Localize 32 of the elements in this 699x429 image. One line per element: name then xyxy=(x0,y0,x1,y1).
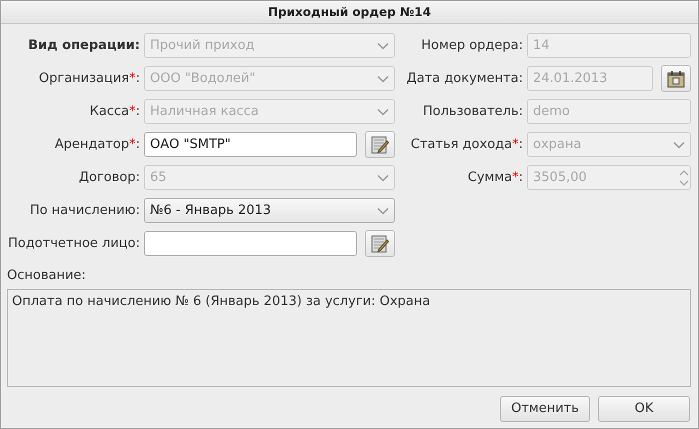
calendar-icon xyxy=(667,70,685,88)
field-label: Договор: xyxy=(78,168,141,187)
chevron-down-icon xyxy=(377,74,389,82)
field-label: Вид операции: xyxy=(27,36,141,55)
chevron-down-icon xyxy=(377,206,389,214)
input-field[interactable] xyxy=(144,231,357,256)
chevron-down-icon xyxy=(377,42,389,50)
field-label: Организация*: xyxy=(38,70,141,88)
edit-button[interactable] xyxy=(365,131,395,158)
field-label: Статья дохода*: xyxy=(410,136,524,154)
chevron-down-icon xyxy=(673,140,685,148)
window-title: Приходный ордер №14 xyxy=(268,4,431,21)
chevron-down-icon xyxy=(377,174,389,182)
pencil-icon xyxy=(371,234,389,252)
field-label: Касса*: xyxy=(88,102,141,121)
edit-button[interactable] xyxy=(365,230,395,257)
basis-text-area[interactable]: Оплата по начислению № 6 (Январь 2013) за услуги: Охрана xyxy=(7,289,691,387)
dropdown-field[interactable]: №6 - Январь 2013 xyxy=(144,198,395,223)
pencil-icon xyxy=(371,136,389,154)
input-field[interactable]: ОАО "SMTP" xyxy=(144,132,357,157)
field-label: Дата документа: xyxy=(405,70,524,88)
calendar-button[interactable] xyxy=(661,65,691,92)
ok-button[interactable]: OK xyxy=(598,396,690,422)
field-label: Подотчетное лицо: xyxy=(6,234,141,253)
basis-label: Основание: xyxy=(7,268,86,283)
field-label: Пользователь: xyxy=(422,102,524,121)
field-label: Сумма*: xyxy=(466,168,524,187)
field-label: По начислению: xyxy=(28,202,141,220)
cancel-button[interactable]: Отменить xyxy=(500,396,590,422)
field-label: Номер ордера: xyxy=(420,36,524,55)
field-label: Арендатор*: xyxy=(54,136,141,154)
chevron-down-icon xyxy=(377,108,389,116)
